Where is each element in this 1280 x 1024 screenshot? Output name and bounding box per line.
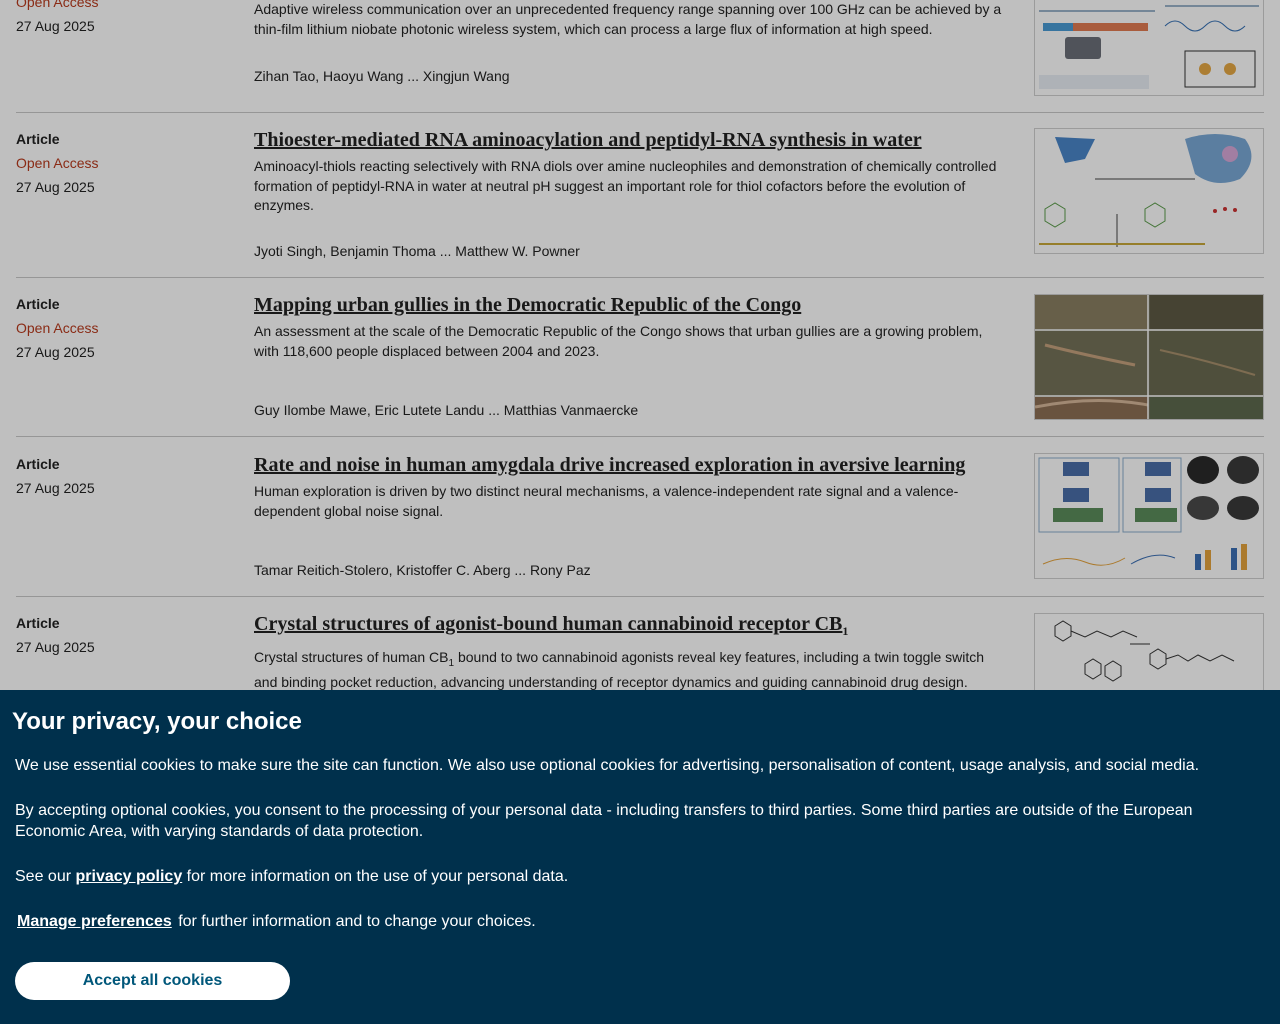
article-description: An assessment at the scale of the Democr… <box>254 323 983 359</box>
article-thumbnail[interactable] <box>1034 294 1264 420</box>
article-date: 27 Aug 2025 <box>16 344 95 360</box>
privacy-paragraph-1: We use essential cookies to make sure th… <box>15 757 1200 774</box>
article-thumbnail[interactable] <box>1034 453 1264 579</box>
article-content: Rate and noise in human amygdala drive i… <box>254 453 1004 578</box>
article-type: Article <box>16 131 60 147</box>
article-meta: Article Open Access 27 Aug 2025 <box>16 127 216 199</box>
article-description: Crystal structures of human CB1 bound to… <box>254 648 1004 693</box>
manage-preferences-line: Manage preferences for further informati… <box>15 910 536 934</box>
article-title-link[interactable]: Crystal structures of agonist-bound huma… <box>254 612 1004 643</box>
article-meta: Article 27 Aug 2025 <box>16 452 216 500</box>
open-access-label: Open Access <box>16 320 99 336</box>
article-content: Mapping urban gullies in the Democratic … <box>254 293 1004 418</box>
article-meta: Open Access 27 Aug 2025 <box>16 0 216 38</box>
privacy-paragraph-2: By accepting optional cookies, you conse… <box>15 802 1193 840</box>
article-description: Aminoacyl-thiols reacting selectively wi… <box>254 158 997 213</box>
see-rest-text: for more information on the use of your … <box>186 868 569 885</box>
privacy-policy-line: See our privacy policy for more informat… <box>15 866 1235 887</box>
article-content: Thioester-mediated RNA aminoacylation an… <box>254 128 1004 259</box>
article-type: Article <box>16 615 60 631</box>
article-type: Article <box>16 296 60 312</box>
list-item: Article 27 Aug 2025 Rate and noise in hu… <box>16 436 1264 597</box>
manage-preferences-button[interactable]: Manage preferences <box>15 913 174 931</box>
chemistry-diagram-icon <box>1035 129 1263 253</box>
article-title-link[interactable]: Mapping urban gullies in the Democratic … <box>254 293 1004 317</box>
see-our-text: See our <box>15 868 72 885</box>
article-thumbnail[interactable] <box>1034 0 1264 96</box>
satellite-imagery-icon <box>1035 295 1263 419</box>
article-description: Adaptive wireless communication over an … <box>254 1 1002 37</box>
privacy-policy-link[interactable]: privacy policy <box>76 868 183 885</box>
open-access-label: Open Access <box>16 155 99 171</box>
article-authors: Tamar Reitich-Stolero, Kristoffer C. Abe… <box>254 562 591 578</box>
article-authors: Guy Ilombe Mawe, Eric Lutete Landu ... M… <box>254 402 639 418</box>
photonic-system-diagram-icon <box>1035 0 1263 95</box>
neuroscience-figure-icon <box>1035 454 1263 578</box>
article-meta: Article Open Access 27 Aug 2025 <box>16 292 216 364</box>
open-access-label: Open Access <box>16 0 99 10</box>
article-authors: Jyoti Singh, Benjamin Thoma ... Matthew … <box>254 243 580 259</box>
title-subscript: 1 <box>842 624 849 638</box>
article-authors: Zihan Tao, Haoyu Wang ... Xingjun Wang <box>254 68 510 84</box>
list-item: Article Open Access 27 Aug 2025 Thioeste… <box>16 112 1264 278</box>
article-content: Crystal structures of agonist-bound huma… <box>254 612 1004 693</box>
article-title-link[interactable]: Rate and noise in human amygdala drive i… <box>254 453 1004 477</box>
list-item: Open Access 27 Aug 2025 Adaptive wireles… <box>16 0 1264 113</box>
privacy-heading: Your privacy, your choice <box>12 708 302 735</box>
article-type: Article <box>16 456 60 472</box>
manage-rest-text: for further information and to change yo… <box>178 913 536 930</box>
article-description: Human exploration is driven by two disti… <box>254 483 959 519</box>
article-content: Adaptive wireless communication over an … <box>254 0 1004 84</box>
article-meta: Article 27 Aug 2025 <box>16 611 216 659</box>
accept-all-cookies-button[interactable]: Accept all cookies <box>15 962 290 1000</box>
cookie-consent-banner: Your privacy, your choice We use essenti… <box>0 690 1280 1024</box>
article-date: 27 Aug 2025 <box>16 480 95 496</box>
list-item: Article Open Access 27 Aug 2025 Mapping … <box>16 277 1264 437</box>
article-date: 27 Aug 2025 <box>16 639 95 655</box>
article-title-link[interactable]: Thioester-mediated RNA aminoacylation an… <box>254 128 1004 152</box>
article-date: 27 Aug 2025 <box>16 18 95 34</box>
article-thumbnail[interactable] <box>1034 128 1264 254</box>
description-pre: Crystal structures of human CB <box>254 649 449 665</box>
article-date: 27 Aug 2025 <box>16 179 95 195</box>
title-text: Crystal structures of agonist-bound huma… <box>254 613 843 635</box>
